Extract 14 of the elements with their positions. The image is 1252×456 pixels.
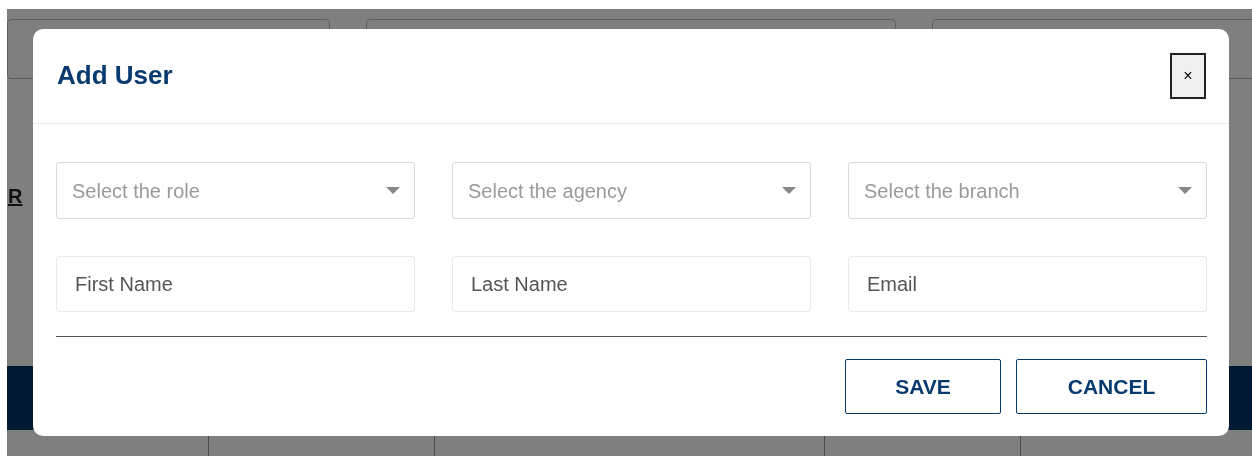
background-link[interactable]: R — [8, 181, 23, 211]
close-button[interactable]: × — [1170, 53, 1206, 99]
save-button[interactable]: SAVE — [845, 359, 1001, 414]
dropdown-field[interactable]: Select the branch — [848, 162, 1207, 219]
caret-icon — [782, 186, 796, 195]
input-field[interactable]: First Name — [56, 256, 415, 312]
modal-title: Add User — [57, 60, 173, 92]
input-field[interactable]: Email — [848, 256, 1207, 312]
dropdown-field[interactable]: Select the agency — [452, 162, 811, 219]
cancel-button[interactable]: CANCEL — [1016, 359, 1207, 414]
input-field[interactable]: Last Name — [452, 256, 811, 312]
caret-icon — [1178, 186, 1192, 195]
caret-icon — [386, 186, 400, 195]
dropdown-field[interactable]: Select the role — [56, 162, 415, 219]
